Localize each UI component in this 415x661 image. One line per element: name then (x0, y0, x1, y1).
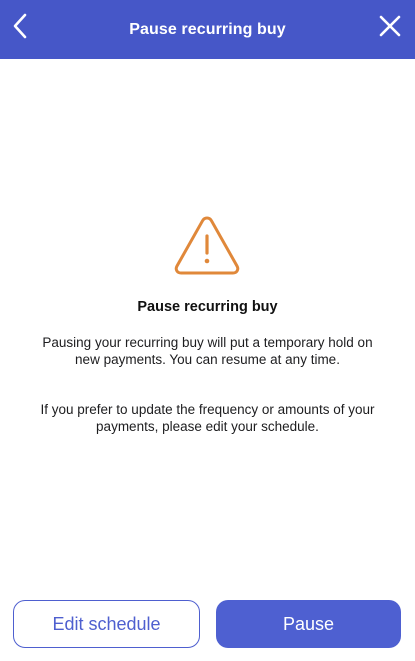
close-button[interactable] (375, 11, 405, 41)
edit-schedule-button[interactable]: Edit schedule (13, 600, 200, 648)
edit-hint: If you prefer to update the frequency or… (40, 402, 375, 434)
page-title: Pause recurring buy (129, 20, 286, 38)
chevron-left-icon (13, 13, 27, 39)
close-icon (379, 15, 401, 37)
back-button[interactable] (6, 12, 34, 40)
pause-recurring-buy-screen: Pause recurring buy Pause recurring buy … (0, 0, 415, 661)
dialog-heading: Pause recurring buy (137, 299, 278, 315)
header-bar: Pause recurring buy (0, 0, 415, 59)
warning-container (172, 214, 242, 276)
pause-button[interactable]: Pause (216, 600, 401, 648)
warning-triangle-icon (174, 216, 240, 275)
pause-description: Pausing your recurring buy will put a te… (42, 335, 373, 367)
